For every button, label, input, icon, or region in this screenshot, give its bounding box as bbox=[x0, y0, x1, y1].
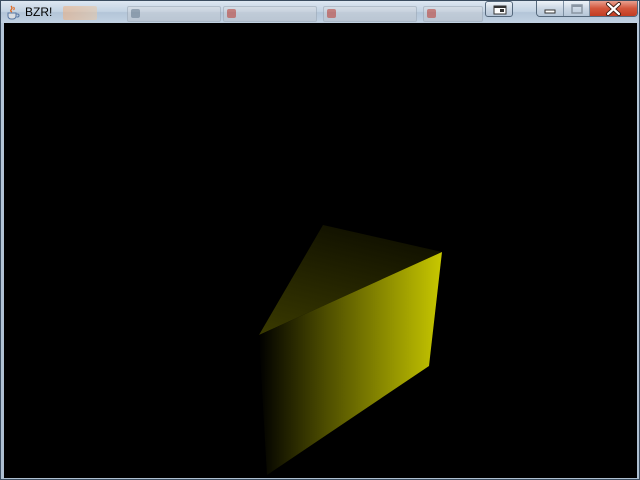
background-taskbar-ghosts bbox=[61, 4, 483, 22]
close-icon bbox=[606, 2, 621, 16]
prism-scene bbox=[259, 225, 442, 475]
maximize-button[interactable] bbox=[564, 1, 590, 16]
minimize-icon bbox=[544, 9, 556, 14]
java-cup-icon bbox=[5, 4, 21, 20]
render-canvas[interactable] bbox=[4, 23, 637, 478]
switch-window-icon bbox=[493, 5, 507, 15]
minimize-button[interactable] bbox=[537, 1, 564, 16]
caption-buttons bbox=[536, 1, 638, 17]
switch-window-button[interactable] bbox=[485, 1, 513, 17]
title-bar[interactable]: BZR! bbox=[1, 1, 639, 23]
app-window: BZR! bbox=[0, 0, 640, 480]
maximize-icon bbox=[571, 4, 583, 14]
window-title: BZR! bbox=[25, 5, 53, 19]
close-button[interactable] bbox=[590, 1, 637, 16]
